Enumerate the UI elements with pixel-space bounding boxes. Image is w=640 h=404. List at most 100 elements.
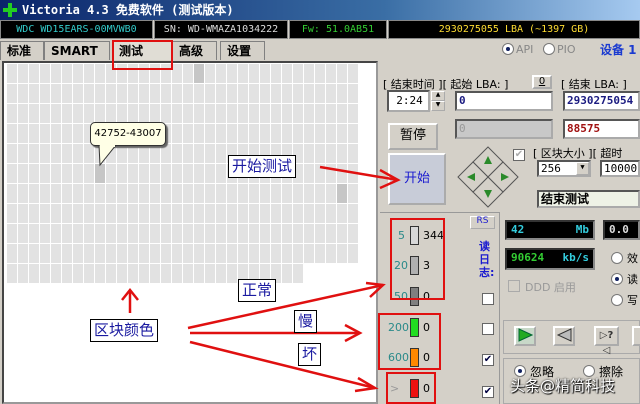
block-cell bbox=[161, 184, 171, 203]
block-cell bbox=[51, 104, 61, 123]
tab-standard[interactable]: 标准 bbox=[0, 41, 44, 60]
end-lba-input[interactable]: 2930275054 bbox=[563, 91, 640, 111]
block-cell bbox=[293, 244, 303, 263]
block-cell bbox=[183, 84, 193, 103]
block-cell bbox=[84, 64, 94, 83]
block-cell bbox=[117, 204, 127, 223]
end-action-select[interactable]: 结束测试 bbox=[537, 190, 640, 208]
block-cell bbox=[326, 164, 336, 183]
timeout-input[interactable]: 10000 bbox=[600, 160, 640, 177]
random-seek-button[interactable]: ▷?◁ bbox=[594, 326, 619, 356]
write-radio[interactable] bbox=[611, 294, 623, 306]
block-cell bbox=[304, 244, 314, 263]
block-cell bbox=[40, 64, 50, 83]
block-cell bbox=[260, 184, 270, 203]
ddd-checkbox[interactable] bbox=[508, 280, 520, 292]
log-checkbox-bad[interactable]: ✔ bbox=[482, 386, 494, 398]
block-cell bbox=[73, 144, 83, 163]
speed-display: 90624 kb/s bbox=[505, 248, 595, 270]
drive-capacity: 2930275055 LBA (~1397 GB) bbox=[388, 20, 640, 39]
block-cell bbox=[293, 124, 303, 143]
block-cell bbox=[216, 84, 226, 103]
device-label[interactable]: 设备 1 bbox=[600, 41, 637, 58]
log-checkbox-50[interactable] bbox=[482, 293, 494, 305]
block-size-checkbox[interactable]: ✔ bbox=[513, 149, 525, 161]
block-cell bbox=[271, 224, 281, 243]
verify-radio[interactable] bbox=[611, 252, 623, 264]
slow-highlight bbox=[378, 313, 441, 370]
block-cell bbox=[62, 144, 72, 163]
next-button[interactable] bbox=[632, 326, 640, 346]
block-cell bbox=[282, 204, 292, 223]
block-cell bbox=[40, 244, 50, 263]
block-cell bbox=[40, 104, 50, 123]
block-cell bbox=[205, 204, 215, 223]
block-cell bbox=[172, 244, 182, 263]
chevron-down-icon[interactable]: ▼ bbox=[576, 162, 589, 175]
direction-pad[interactable] bbox=[456, 145, 520, 209]
block-cell bbox=[205, 84, 215, 103]
block-cell bbox=[29, 84, 39, 103]
block-cell bbox=[62, 244, 72, 263]
block-cell bbox=[172, 84, 182, 103]
block-cell bbox=[326, 204, 336, 223]
block-cell bbox=[348, 224, 358, 243]
block-cell bbox=[194, 264, 204, 283]
tab-smart[interactable]: SMART bbox=[44, 41, 110, 60]
reset-start-lba-button[interactable]: 0 bbox=[532, 75, 552, 89]
read-radio[interactable] bbox=[611, 273, 623, 285]
block-cell bbox=[315, 244, 325, 263]
block-cell bbox=[18, 264, 28, 283]
start-button[interactable]: 开始 bbox=[388, 153, 446, 205]
block-cell bbox=[62, 264, 72, 283]
start-test-annotation: 开始测试 bbox=[228, 155, 297, 178]
api-radio[interactable] bbox=[502, 43, 514, 55]
block-cell bbox=[7, 164, 17, 183]
block-cell bbox=[51, 224, 61, 243]
block-cell bbox=[18, 64, 28, 83]
block-cell bbox=[161, 104, 171, 123]
block-cell bbox=[40, 144, 50, 163]
block-cell bbox=[29, 244, 39, 263]
block-cell bbox=[128, 84, 138, 103]
block-cell bbox=[194, 164, 204, 183]
end-time-input[interactable]: 2:24 bbox=[387, 90, 430, 112]
pause-button[interactable]: 暂停 bbox=[388, 123, 438, 150]
start-lba-input[interactable]: 0 bbox=[455, 91, 553, 111]
block-cell bbox=[315, 64, 325, 83]
block-cell bbox=[337, 144, 347, 163]
block-cell bbox=[337, 204, 347, 223]
block-cell bbox=[227, 184, 237, 203]
play-button[interactable] bbox=[514, 326, 536, 346]
block-cell bbox=[161, 84, 171, 103]
block-cell bbox=[348, 64, 358, 83]
reverse-button[interactable] bbox=[553, 326, 575, 346]
time-spinner[interactable]: ▲ ▼ bbox=[431, 91, 445, 111]
block-cell bbox=[7, 204, 17, 223]
block-cell bbox=[326, 244, 336, 263]
drive-firmware: Fw: 51.0AB51 bbox=[289, 20, 387, 39]
tab-advanced[interactable]: 高级 bbox=[172, 41, 217, 60]
drive-serial: SN: WD-WMAZA1034222 bbox=[154, 20, 288, 39]
block-cell bbox=[238, 84, 248, 103]
block-cell bbox=[139, 84, 149, 103]
block-cell bbox=[84, 104, 94, 123]
block-cell bbox=[216, 144, 226, 163]
drive-model: WDC WD15EARS-00MVWB0 bbox=[0, 20, 153, 39]
block-cell bbox=[84, 144, 94, 163]
log-checkbox-200[interactable] bbox=[482, 323, 494, 335]
block-cell bbox=[7, 184, 17, 203]
block-cell bbox=[51, 244, 61, 263]
tab-settings[interactable]: 设置 bbox=[220, 41, 265, 60]
block-cell bbox=[40, 204, 50, 223]
block-cell bbox=[227, 244, 237, 263]
block-size-select[interactable]: 256 ▼ bbox=[537, 160, 591, 177]
block-size-label: [ 区块大小 ][ 超时 bbox=[533, 147, 623, 160]
pio-radio[interactable] bbox=[543, 43, 555, 55]
block-cell bbox=[293, 84, 303, 103]
log-checkbox-600[interactable]: ✔ bbox=[482, 354, 494, 366]
block-cell bbox=[73, 224, 83, 243]
rs-button[interactable]: RS bbox=[470, 216, 495, 229]
block-cell bbox=[161, 144, 171, 163]
block-cell bbox=[249, 184, 259, 203]
